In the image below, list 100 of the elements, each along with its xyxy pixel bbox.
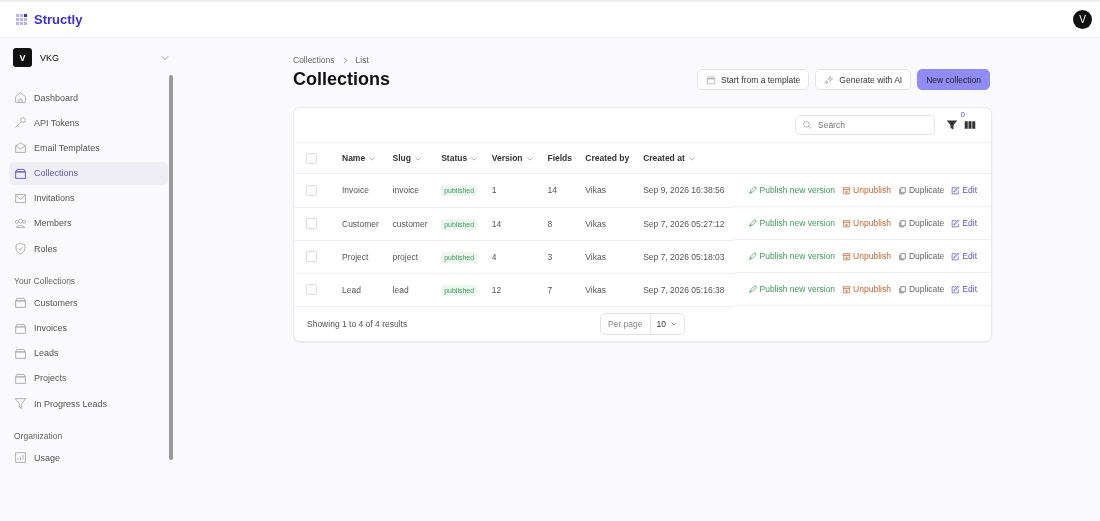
duplicate-link[interactable]: Duplicate [897, 218, 945, 228]
tray-icon [14, 166, 27, 180]
edit-icon [951, 218, 961, 228]
sidebar-item[interactable]: Roles [9, 237, 168, 261]
breadcrumb-link[interactable]: Collections [293, 55, 335, 65]
table-cell: Vikas [585, 185, 606, 196]
sidebar-item[interactable]: Collections [9, 161, 168, 185]
table-cell: Project [342, 251, 369, 262]
sidebar-item[interactable]: Invoices [9, 316, 168, 340]
column-header[interactable]: Slug [392, 153, 411, 163]
sidebar-item[interactable]: Usage [9, 446, 168, 470]
filter-icon [946, 119, 958, 131]
section-heading: Organization [14, 431, 64, 442]
app-name: Structly [34, 12, 83, 27]
sidebar-item[interactable]: Members [9, 211, 168, 235]
unpublish-link[interactable]: Unpublish [842, 218, 891, 228]
tray-icon [14, 296, 27, 310]
table-cell: 7 [547, 284, 553, 295]
sidebar-item[interactable]: Email Templates [9, 136, 168, 160]
edit-icon [951, 284, 961, 294]
sidebar-item[interactable]: Invitations [9, 186, 168, 210]
chart-icon [14, 451, 27, 465]
template-button[interactable]: Start from a template [696, 69, 810, 90]
table-cell: project [392, 251, 419, 262]
duplicate-link[interactable]: Duplicate [897, 251, 945, 261]
copy-icon [897, 251, 907, 261]
tray-icon [705, 74, 716, 85]
sparkle-icon [824, 74, 835, 85]
unpublish-link[interactable]: Unpublish [842, 251, 891, 261]
sidebar-item[interactable]: Dashboard [9, 86, 168, 109]
duplicate-link[interactable]: Duplicate [897, 185, 945, 195]
publish-link[interactable]: Publish new version [748, 218, 836, 228]
column-header[interactable]: Version [491, 153, 523, 163]
new-collection-button[interactable]: New collection [917, 69, 990, 90]
edit-link[interactable]: Edit [951, 218, 977, 228]
edit-icon [951, 251, 961, 261]
tray-icon [14, 346, 27, 360]
user-avatar[interactable]: V [1073, 10, 1092, 29]
archive-icon [842, 218, 852, 228]
filter-button[interactable] [945, 118, 959, 132]
table-cell: customer [392, 218, 428, 229]
unpublish-link[interactable]: Unpublish [842, 284, 891, 294]
table-cell: 14 [491, 218, 502, 229]
edit-link[interactable]: Edit [951, 284, 977, 294]
columns-icon [964, 119, 976, 131]
column-header[interactable]: Name [342, 153, 366, 163]
search-icon [802, 120, 812, 130]
duplicate-link[interactable]: Duplicate [897, 284, 945, 294]
per-page-label: Per page [601, 313, 651, 334]
sidebar-item[interactable]: In Progress Leads [9, 392, 168, 416]
row-checkbox[interactable] [306, 184, 317, 196]
table-cell: lead [392, 284, 409, 295]
funnel-icon [14, 397, 27, 411]
copy-icon [897, 284, 907, 294]
copy-icon [897, 185, 907, 195]
table-cell: Vikas [585, 251, 606, 262]
table-cell: 3 [547, 251, 553, 262]
table-cell: Customer [342, 218, 379, 229]
publish-link[interactable]: Publish new version [748, 185, 836, 195]
column-header: Fields [547, 153, 572, 163]
row-checkbox[interactable] [306, 251, 317, 263]
publish-link[interactable]: Publish new version [748, 251, 836, 261]
sidebar-item[interactable]: Projects [9, 366, 168, 390]
table-cell: 14 [547, 185, 557, 196]
edit-link[interactable]: Edit [951, 185, 977, 195]
breadcrumb-link[interactable]: List [355, 55, 369, 65]
publish-link[interactable]: Publish new version [748, 284, 836, 294]
copy-icon [897, 218, 907, 228]
per-page-value: 10 [656, 318, 666, 329]
table-cell: 8 [547, 218, 553, 229]
table-cell: Vikas [585, 218, 606, 229]
filter-count: 0 [960, 110, 965, 119]
table-cell: Lead [342, 284, 361, 295]
archive-icon [842, 185, 852, 195]
home-icon [14, 91, 27, 104]
workspace-selector[interactable]: V VKG [13, 48, 170, 67]
sidebar-item[interactable]: Customers [9, 291, 168, 315]
table-cell: Sep 7, 2026 05:16:38 [643, 284, 725, 295]
workspace-avatar: V [13, 48, 32, 67]
archive-icon [842, 284, 852, 294]
table-cell: Vikas [585, 284, 606, 295]
sidebar-item[interactable]: Leads [9, 341, 168, 365]
mail-icon [14, 191, 27, 205]
envelope-icon [14, 141, 27, 155]
row-checkbox[interactable] [306, 284, 317, 296]
search-field[interactable]: Search [795, 115, 935, 135]
column-header[interactable]: Status [441, 153, 468, 163]
tray-icon [14, 321, 27, 335]
edit-icon [951, 185, 961, 195]
archive-icon [842, 251, 852, 261]
row-checkbox[interactable] [306, 218, 317, 230]
columns-button[interactable] [963, 118, 977, 132]
select-all-checkbox[interactable] [306, 152, 317, 164]
column-header[interactable]: Created at [643, 153, 685, 163]
generate-button[interactable]: Generate with AI [815, 69, 912, 90]
per-page-selector[interactable]: Per page 10 [600, 312, 685, 335]
edit-link[interactable]: Edit [951, 251, 977, 261]
sidebar-item[interactable]: API Tokens [9, 111, 168, 135]
unpublish-link[interactable]: Unpublish [842, 185, 891, 195]
shield-icon [14, 242, 27, 256]
